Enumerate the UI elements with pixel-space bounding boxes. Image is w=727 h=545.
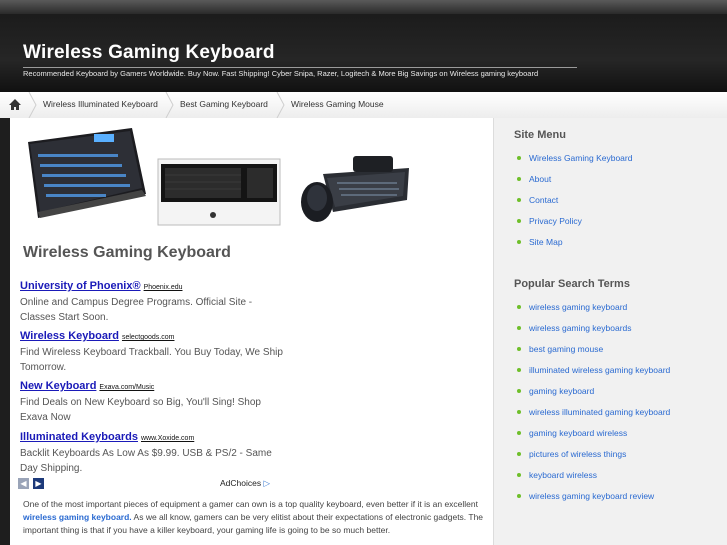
bullet-icon bbox=[517, 409, 521, 414]
site-menu-item[interactable]: Privacy Policy bbox=[517, 216, 582, 226]
ad-next-icon[interactable]: ▶ bbox=[33, 478, 44, 489]
bullet-icon bbox=[517, 197, 521, 202]
ad-description: Find Deals on New Keyboard so Big, You'l… bbox=[20, 397, 261, 423]
search-term-link[interactable]: pictures of wireless things bbox=[517, 449, 626, 459]
gaming-keyboard-image-2[interactable] bbox=[157, 158, 281, 226]
ad-url[interactable]: selectgoods.com bbox=[122, 334, 175, 341]
ad-unit: Wireless Keyboard selectgoods.com Find Wi… bbox=[20, 326, 285, 375]
search-terms-heading: Popular Search Terms bbox=[514, 278, 630, 290]
site-tagline: Recommended Keyboard by Gamers Worldwide… bbox=[23, 69, 539, 78]
menu-item-label: Privacy Policy bbox=[529, 216, 582, 226]
menu-item-label: Wireless Gaming Keyboard bbox=[529, 153, 633, 163]
search-term-label: keyboard wireless bbox=[529, 470, 598, 480]
bullet-icon bbox=[517, 304, 521, 309]
ad-title[interactable]: Wireless Keyboard bbox=[20, 330, 119, 342]
article-text: One of the most important pieces of equi… bbox=[23, 499, 478, 509]
adchoices-icon: ▷ bbox=[263, 478, 271, 488]
bullet-icon bbox=[517, 493, 521, 498]
bullet-icon bbox=[517, 218, 521, 223]
bullet-icon bbox=[517, 155, 521, 160]
ad-title[interactable]: Illuminated Keyboards bbox=[20, 431, 138, 443]
main-navigation: Wireless Illuminated Keyboard Best Gamin… bbox=[0, 92, 727, 119]
home-icon[interactable] bbox=[8, 98, 22, 112]
gaming-keyboard-image-1[interactable] bbox=[24, 124, 148, 220]
left-page-edge bbox=[0, 118, 10, 545]
search-term-link[interactable]: gaming keyboard bbox=[517, 386, 594, 396]
search-term-label: best gaming mouse bbox=[529, 344, 604, 354]
bullet-icon bbox=[517, 430, 521, 435]
article-link[interactable]: wireless gaming keyboard. bbox=[23, 512, 132, 522]
search-term-label: gaming keyboard wireless bbox=[529, 428, 628, 438]
gaming-keyboard-mouse-image[interactable] bbox=[293, 150, 413, 225]
search-term-label: gaming keyboard bbox=[529, 386, 595, 396]
site-menu-item[interactable]: Site Map bbox=[517, 237, 563, 247]
search-term-label: pictures of wireless things bbox=[529, 449, 627, 459]
article-body: One of the most important pieces of equi… bbox=[23, 498, 491, 537]
nav-item-wireless-gaming-mouse[interactable]: Wireless Gaming Mouse bbox=[291, 99, 384, 109]
menu-item-label: Contact bbox=[529, 195, 559, 205]
search-term-label: wireless gaming keyboards bbox=[529, 323, 632, 333]
ad-unit: University of Phoenix® Phoenix.edu Online… bbox=[20, 276, 285, 325]
search-term-link[interactable]: illuminated wireless gaming keyboard bbox=[517, 365, 670, 375]
site-header: Wireless Gaming Keyboard Recommended Key… bbox=[0, 0, 727, 92]
bullet-icon bbox=[517, 472, 521, 477]
bullet-icon bbox=[517, 367, 521, 372]
bullet-icon bbox=[517, 239, 521, 244]
bullet-icon bbox=[517, 451, 521, 456]
search-term-label: wireless gaming keyboard bbox=[529, 302, 628, 312]
ad-url[interactable]: Exava.com/Music bbox=[99, 384, 154, 391]
bullet-icon bbox=[517, 176, 521, 181]
search-term-link[interactable]: best gaming mouse bbox=[517, 344, 603, 354]
site-menu-item[interactable]: Contact bbox=[517, 195, 558, 205]
search-term-link[interactable]: keyboard wireless bbox=[517, 470, 597, 480]
menu-item-label: Site Map bbox=[529, 237, 563, 247]
search-term-link[interactable]: gaming keyboard wireless bbox=[517, 428, 627, 438]
nav-separator bbox=[276, 92, 285, 118]
ad-description: Backlit Keyboards As Low As $9.99. USB &… bbox=[20, 448, 272, 474]
site-menu-item[interactable]: About bbox=[517, 174, 551, 184]
ad-title[interactable]: University of Phoenix® bbox=[20, 280, 141, 292]
ad-unit: New Keyboard Exava.com/Music Find Deals o… bbox=[20, 376, 285, 425]
search-term-link[interactable]: wireless gaming keyboard review bbox=[517, 491, 654, 501]
ad-title[interactable]: New Keyboard bbox=[20, 380, 96, 392]
search-term-label: illuminated wireless gaming keyboard bbox=[529, 365, 671, 375]
ad-unit: Illuminated Keyboards www.Xoxide.com Back… bbox=[20, 427, 285, 476]
header-top-strip bbox=[0, 0, 727, 14]
adchoices-link[interactable]: AdChoices ▷ bbox=[220, 478, 270, 489]
bullet-icon bbox=[517, 346, 521, 351]
nav-item-best-gaming-keyboard[interactable]: Best Gaming Keyboard bbox=[180, 99, 268, 109]
page-title: Wireless Gaming Keyboard bbox=[23, 244, 231, 261]
menu-item-label: About bbox=[529, 174, 552, 184]
search-term-label: wireless illuminated gaming keyboard bbox=[529, 407, 671, 417]
nav-separator bbox=[28, 92, 37, 118]
site-menu-item[interactable]: Wireless Gaming Keyboard bbox=[517, 153, 632, 163]
bullet-icon bbox=[517, 388, 521, 393]
search-term-link[interactable]: wireless illuminated gaming keyboard bbox=[517, 407, 670, 417]
ad-prev-icon[interactable]: ◀ bbox=[18, 478, 29, 489]
site-title[interactable]: Wireless Gaming Keyboard bbox=[23, 42, 275, 64]
bullet-icon bbox=[517, 325, 521, 330]
site-menu-heading: Site Menu bbox=[514, 129, 566, 141]
nav-item-wireless-illuminated-keyboard[interactable]: Wireless Illuminated Keyboard bbox=[43, 99, 158, 109]
ad-url[interactable]: www.Xoxide.com bbox=[141, 435, 194, 442]
ad-description: Find Wireless Keyboard Trackball. You Bu… bbox=[20, 347, 283, 373]
search-term-label: wireless gaming keyboard review bbox=[529, 491, 655, 501]
title-divider bbox=[23, 67, 577, 68]
search-term-link[interactable]: wireless gaming keyboard bbox=[517, 302, 627, 312]
search-term-link[interactable]: wireless gaming keyboards bbox=[517, 323, 632, 333]
adchoices-label: AdChoices bbox=[220, 478, 262, 488]
nav-separator bbox=[165, 92, 174, 118]
ad-url[interactable]: Phoenix.edu bbox=[144, 284, 183, 291]
ad-description: Online and Campus Degree Programs. Offic… bbox=[20, 297, 253, 323]
